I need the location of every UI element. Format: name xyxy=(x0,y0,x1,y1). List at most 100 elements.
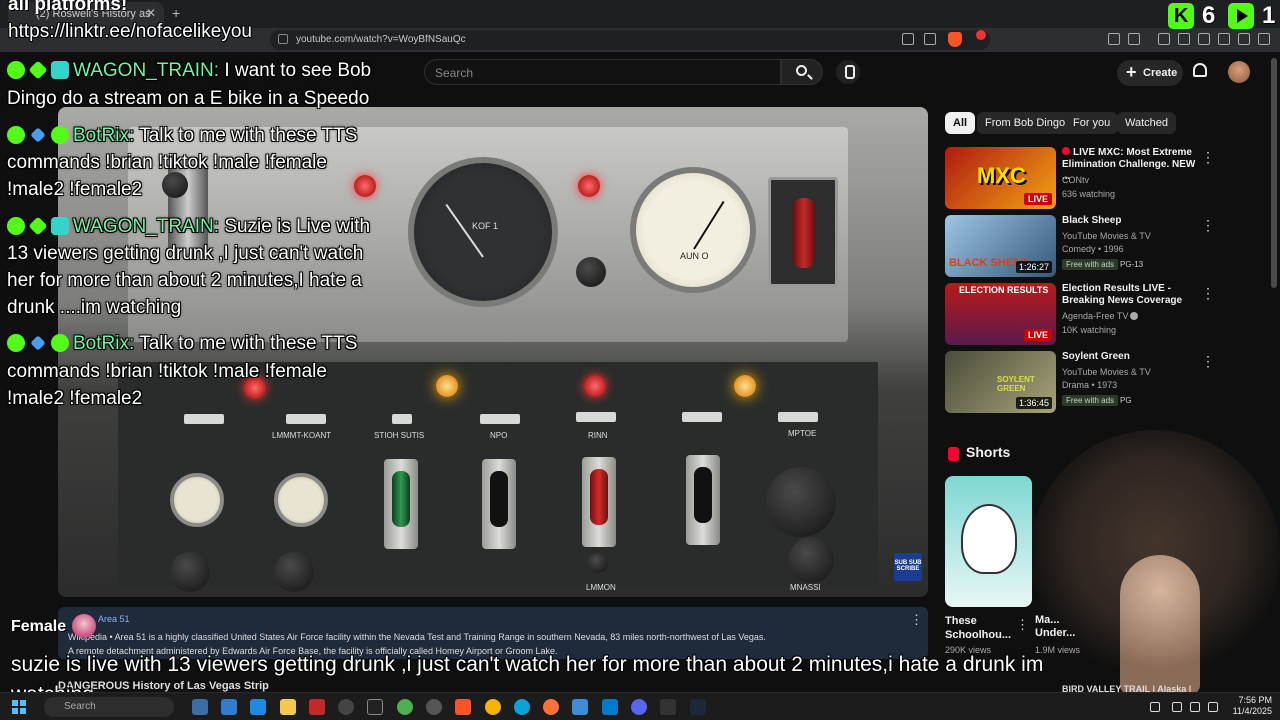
video-thumbnail[interactable]: ELECTION RESULTS LIVE xyxy=(945,283,1056,345)
chat-message-3-line-4: drunk ....im watching xyxy=(7,297,182,318)
chat-message-1-line-2: Dingo do a stream on a E bike in a Speed… xyxy=(7,88,370,109)
video-thumbnail[interactable]: BLACK SHEEP 1:26:27 xyxy=(945,215,1056,277)
short-thumbnail[interactable] xyxy=(945,476,1032,607)
cartoon-character xyxy=(961,504,1017,574)
more-options-icon[interactable]: ⋮ xyxy=(1201,353,1215,370)
info-panel-title[interactable]: Area 51 xyxy=(98,614,130,624)
more-options-icon[interactable]: ⋮ xyxy=(1016,617,1029,633)
edge-icon[interactable] xyxy=(514,699,530,715)
more-options-icon[interactable]: ⋮ xyxy=(1201,149,1215,166)
brave-shields-icon[interactable] xyxy=(948,32,962,47)
brave-browser-icon[interactable] xyxy=(455,699,471,715)
screen-icon[interactable] xyxy=(902,33,914,45)
shield-icon[interactable] xyxy=(1238,33,1250,45)
app-icon[interactable] xyxy=(221,699,237,715)
app-icon[interactable] xyxy=(338,699,354,715)
linktree-overlay: https://linktr.ee/nofacelikeyou xyxy=(8,21,252,42)
subscribe-watermark[interactable]: SUB SUB SCRIBE xyxy=(894,553,922,581)
chip-watched[interactable]: Watched xyxy=(1117,112,1177,134)
thumbnail-text: SOYLENT GREEN xyxy=(997,375,1035,393)
verified-badge-icon xyxy=(51,126,69,144)
search-button[interactable] xyxy=(781,59,823,85)
windows-start-icon[interactable] xyxy=(12,700,26,714)
chat-message-3-line-2: 13 viewers getting drunk ,I just can't w… xyxy=(7,243,364,264)
app-icon[interactable] xyxy=(660,699,676,715)
account-avatar[interactable] xyxy=(1228,61,1250,83)
chat-message-2-line-3: !male2 !female2 xyxy=(7,179,143,200)
kick-logo-icon xyxy=(1168,3,1194,29)
chat-message-3-line-3: her for more than about 2 minutes,I hate… xyxy=(7,270,362,291)
media-icon[interactable] xyxy=(1158,33,1170,45)
toggle-switch xyxy=(582,457,616,547)
video-duration: 1:36:45 xyxy=(1015,397,1052,409)
firefox-icon[interactable] xyxy=(543,699,559,715)
url-field[interactable]: youtube.com/watch?v=WoyBfNSauQc xyxy=(270,30,990,50)
shorts-heading: Shorts xyxy=(966,444,1011,460)
chrome-icon[interactable] xyxy=(485,699,501,715)
channel-name: YouTube Movies & TV xyxy=(1062,367,1151,377)
share-icon[interactable] xyxy=(924,33,936,45)
sidebar-icon[interactable] xyxy=(1178,33,1190,45)
app-icon[interactable] xyxy=(397,699,413,715)
label-plate xyxy=(778,412,818,422)
app-icon[interactable] xyxy=(367,699,383,715)
related-video[interactable]: ELECTION RESULTS LIVE Election Results L… xyxy=(945,283,1235,347)
new-tab-icon[interactable]: + xyxy=(172,5,180,21)
indicator-lamp xyxy=(734,375,756,397)
chip-for-you[interactable]: For you xyxy=(1065,112,1119,134)
shorts-icon xyxy=(948,447,959,461)
system-clock[interactable]: 7:56 PM 11/4/2025 xyxy=(1228,695,1272,717)
related-video[interactable]: MXC LIVE LIVE MXC: Most Extreme Eliminat… xyxy=(945,147,1235,211)
panel-label: LMMON xyxy=(586,583,616,592)
subscriber-badge-icon xyxy=(51,217,69,235)
extensions-icon[interactable] xyxy=(1108,33,1120,45)
search-input[interactable]: Search xyxy=(424,59,781,85)
other-viewer-count: 1 xyxy=(1262,2,1276,29)
menu-icon[interactable] xyxy=(1258,33,1270,45)
related-video[interactable]: SOYLENT GREEN 1:36:45 Soylent Green YouT… xyxy=(945,351,1235,415)
app-icon[interactable] xyxy=(426,699,442,715)
panel-knob xyxy=(170,552,210,592)
app-icon[interactable] xyxy=(309,699,325,715)
microphone-icon[interactable] xyxy=(836,60,860,84)
related-video[interactable]: BLACK SHEEP 1:26:27 Black Sheep YouTube … xyxy=(945,215,1235,279)
video-thumbnail[interactable]: SOYLENT GREEN 1:36:45 xyxy=(945,351,1056,413)
discord-icon[interactable] xyxy=(631,699,647,715)
more-options-icon[interactable]: ⋮ xyxy=(1201,285,1215,302)
info-panel[interactable]: Area 51 Wikipedia • Area 51 is a highly … xyxy=(58,607,928,659)
chip-from-bob-dingo[interactable]: From Bob Dingo xyxy=(977,112,1074,134)
more-options-icon[interactable]: ⋮ xyxy=(1201,217,1215,234)
toggle-switch xyxy=(686,455,720,545)
gauge-needle xyxy=(693,200,725,250)
app-icon[interactable] xyxy=(572,699,588,715)
brave-rewards-icon[interactable] xyxy=(976,30,986,40)
diamond-badge-icon xyxy=(28,60,48,80)
site-info-icon[interactable] xyxy=(278,34,288,44)
vscode-icon[interactable] xyxy=(602,699,618,715)
video-thumbnail[interactable]: MXC LIVE xyxy=(945,147,1056,209)
related-video-title: Election Results LIVE - Breaking News Co… xyxy=(1062,283,1183,306)
app-icon[interactable] xyxy=(250,699,266,715)
vpn-icon[interactable] xyxy=(1218,33,1230,45)
plus-icon: + xyxy=(1126,62,1137,82)
taskbar-search[interactable]: Search xyxy=(44,697,174,717)
channel-name: YouTube Movies & TV xyxy=(1062,231,1151,241)
volume-icon[interactable] xyxy=(1208,702,1218,712)
gauge-right: AUN O xyxy=(630,167,756,293)
close-tab-icon[interactable]: ✕ xyxy=(146,6,156,20)
chip-all[interactable]: All xyxy=(945,112,976,134)
tab-search-icon[interactable] xyxy=(1128,33,1140,45)
network-icon[interactable] xyxy=(1190,702,1200,712)
file-explorer-icon[interactable] xyxy=(280,699,296,715)
more-options-icon[interactable]: ⋮ xyxy=(910,612,923,628)
wallet-icon[interactable] xyxy=(1198,33,1210,45)
toggle-switch xyxy=(384,459,418,549)
steam-icon[interactable] xyxy=(690,699,706,715)
scrollbar[interactable] xyxy=(1271,58,1277,288)
microphone-tray-icon[interactable] xyxy=(1172,702,1182,712)
task-view-icon[interactable] xyxy=(192,699,208,715)
tray-chevron-icon[interactable] xyxy=(1150,702,1160,712)
notifications-bell-icon[interactable] xyxy=(1193,63,1207,77)
live-badge: LIVE xyxy=(1023,193,1052,205)
search-placeholder: Search xyxy=(435,66,474,80)
